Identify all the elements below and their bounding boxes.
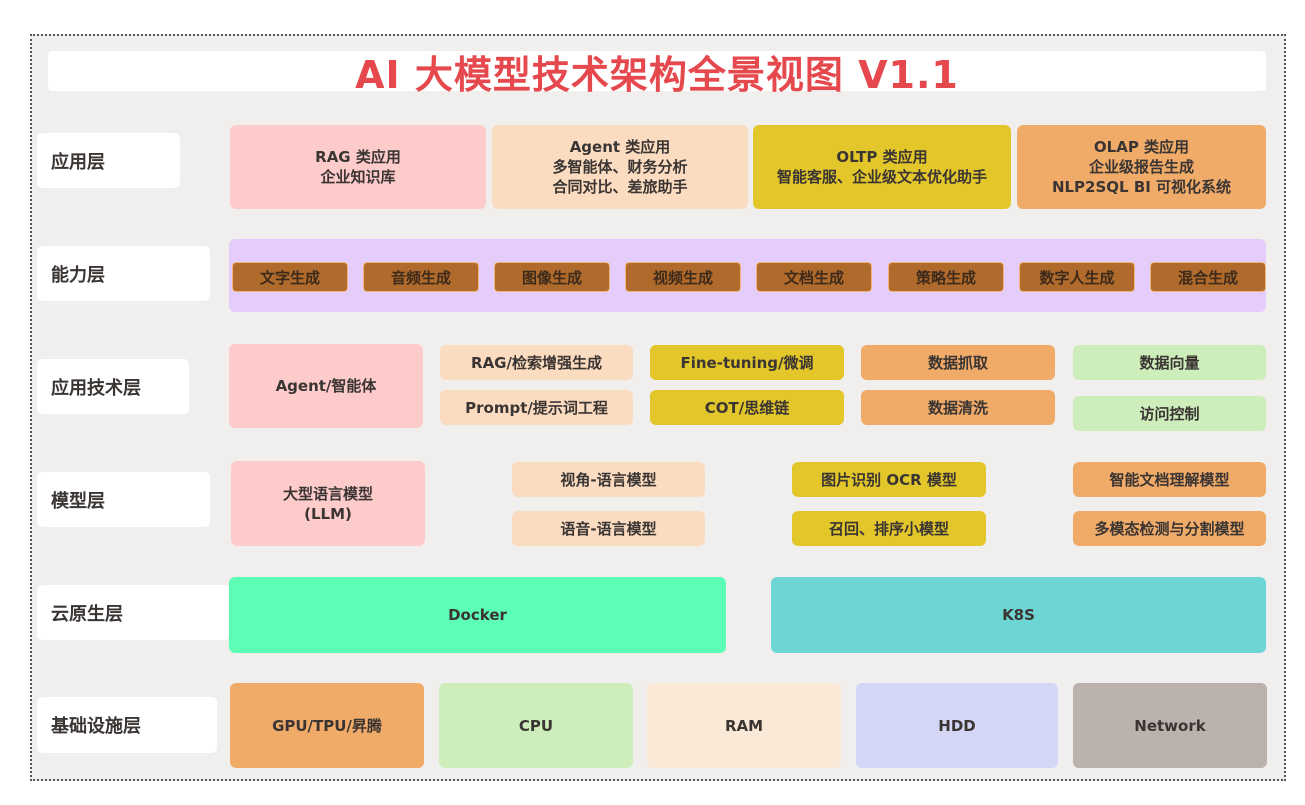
infra-gpu: GPU/TPU/昇腾 — [230, 683, 424, 768]
cloud-k8s: K8S — [771, 577, 1266, 653]
tech-data-crawl: 数据抓取 — [861, 345, 1055, 380]
model-llm: 大型语言模型 (LLM) — [231, 461, 425, 546]
capability-chip: 音频生成 — [363, 262, 479, 292]
app-rag-desc: 企业知识库 — [320, 168, 396, 186]
cloud-docker: Docker — [229, 577, 726, 653]
infra-ram: RAM — [647, 683, 841, 768]
model-recall-rank: 召回、排序小模型 — [792, 511, 986, 546]
diagram-title: AI 大模型技术架构全景视图 V1.1 — [355, 52, 959, 97]
app-agent-desc-2: 合同对比、差旅助手 — [552, 178, 688, 196]
tech-agent: Agent/智能体 — [229, 344, 423, 428]
tech-prompt: Prompt/提示词工程 — [440, 390, 633, 425]
capability-chip: 文档生成 — [756, 262, 872, 292]
infra-cpu: CPU — [439, 683, 633, 768]
layer-label-cloud-native: 云原生层 — [37, 585, 230, 640]
app-oltp-title: OLTP 类应用 — [836, 148, 928, 166]
capability-chip: 视频生成 — [625, 262, 741, 292]
model-doc-understanding: 智能文档理解模型 — [1073, 462, 1266, 497]
model-multimodal-seg: 多模态检测与分割模型 — [1073, 511, 1266, 546]
tech-data-vector: 数据向量 — [1073, 345, 1266, 380]
app-rag: RAG 类应用 企业知识库 — [230, 125, 486, 209]
layer-label-infrastructure: 基础设施层 — [37, 697, 217, 753]
model-llm-abbr: (LLM) — [304, 504, 352, 523]
layer-label-model: 模型层 — [37, 472, 210, 527]
tech-fine-tuning: Fine-tuning/微调 — [650, 345, 844, 380]
capability-chip: 图像生成 — [494, 262, 610, 292]
app-rag-title: RAG 类应用 — [315, 148, 401, 166]
app-olap-title: OLAP 类应用 — [1093, 138, 1190, 156]
app-agent-title: Agent 类应用 — [569, 138, 671, 156]
model-llm-name: 大型语言模型 — [282, 484, 373, 503]
app-olap-desc-2: NLP2SQL BI 可视化系统 — [1051, 178, 1232, 196]
model-vision-language: 视角-语言模型 — [512, 462, 705, 497]
infra-hdd: HDD — [856, 683, 1058, 768]
layer-label-application: 应用层 — [37, 133, 180, 188]
model-speech-language: 语音-语言模型 — [512, 511, 705, 546]
infra-network: Network — [1073, 683, 1267, 768]
capability-chip: 策略生成 — [888, 262, 1004, 292]
app-olap: OLAP 类应用 企业级报告生成 NLP2SQL BI 可视化系统 — [1017, 125, 1266, 209]
tech-rag: RAG/检索增强生成 — [440, 345, 633, 380]
tech-access-control: 访问控制 — [1073, 396, 1266, 431]
app-olap-desc-1: 企业级报告生成 — [1088, 158, 1194, 176]
capability-chip: 混合生成 — [1150, 262, 1266, 292]
title-bar: AI 大模型技术架构全景视图 V1.1 — [48, 51, 1266, 97]
app-oltp-desc: 智能客服、企业级文本优化助手 — [776, 168, 987, 186]
tech-cot: COT/思维链 — [650, 390, 844, 425]
app-agent: Agent 类应用 多智能体、财务分析 合同对比、差旅助手 — [492, 125, 748, 209]
capability-chip: 文字生成 — [232, 262, 348, 292]
layer-label-capability: 能力层 — [37, 246, 210, 301]
layer-label-app-tech: 应用技术层 — [37, 359, 189, 414]
capability-chip: 数字人生成 — [1019, 262, 1135, 292]
model-ocr: 图片识别 OCR 模型 — [792, 462, 986, 497]
app-agent-desc-1: 多智能体、财务分析 — [552, 158, 688, 176]
app-oltp: OLTP 类应用 智能客服、企业级文本优化助手 — [753, 125, 1011, 209]
tech-data-clean: 数据清洗 — [861, 390, 1055, 425]
